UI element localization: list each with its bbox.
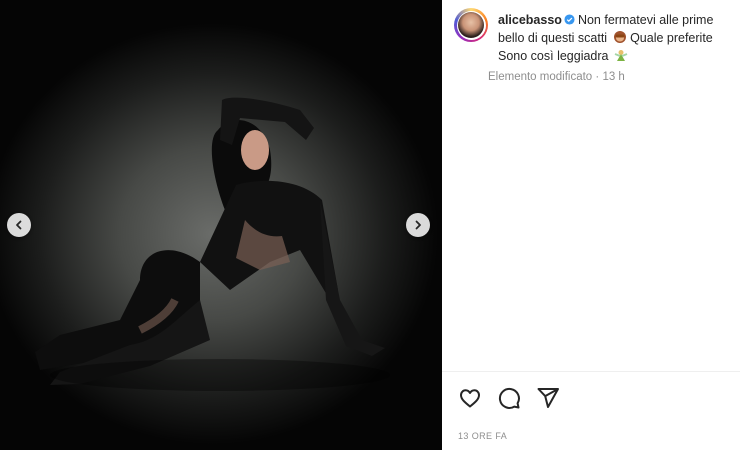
fairy-emoji-icon [614, 50, 628, 61]
edited-label: Elemento modificato [488, 71, 593, 83]
post-actions [458, 386, 560, 410]
edited-time: 13 h [602, 71, 625, 83]
caption-text: alicebasso Non fermatevi alle prime bello… [498, 11, 713, 65]
username-link[interactable]: alicebasso [498, 13, 562, 27]
caption-line-2: bello di questi scatti [498, 31, 608, 45]
caption-line-1: Non fermatevi alle prime [577, 13, 714, 27]
heart-icon[interactable] [458, 386, 482, 410]
previous-image-button[interactable] [7, 213, 31, 237]
comment-icon[interactable] [497, 386, 521, 410]
next-image-button[interactable] [406, 213, 430, 237]
model-figure [35, 97, 390, 391]
caption-line-3: Sono così leggiadra [498, 49, 609, 63]
avatar[interactable] [454, 8, 488, 42]
caption-block: alicebasso Non fermatevi alle prime bello… [488, 8, 713, 83]
avatar-image [458, 12, 484, 38]
chevron-right-icon [415, 220, 421, 230]
caption-line-2b: Quale preferite [630, 31, 713, 45]
see-no-evil-monkey-emoji-icon [613, 31, 626, 43]
edited-info: Elemento modificato · 13 h [488, 71, 625, 83]
caption-row: alicebasso Non fermatevi alle prime bello… [454, 8, 740, 83]
post-side-panel: alicebasso Non fermatevi alle prime bello… [442, 0, 740, 450]
share-icon[interactable] [536, 386, 560, 410]
post-timestamp[interactable]: 13 ORE FA [458, 431, 507, 441]
post-media [0, 0, 442, 450]
verified-badge-icon [564, 14, 575, 25]
actions-divider [442, 371, 740, 372]
chevron-left-icon [16, 220, 22, 230]
